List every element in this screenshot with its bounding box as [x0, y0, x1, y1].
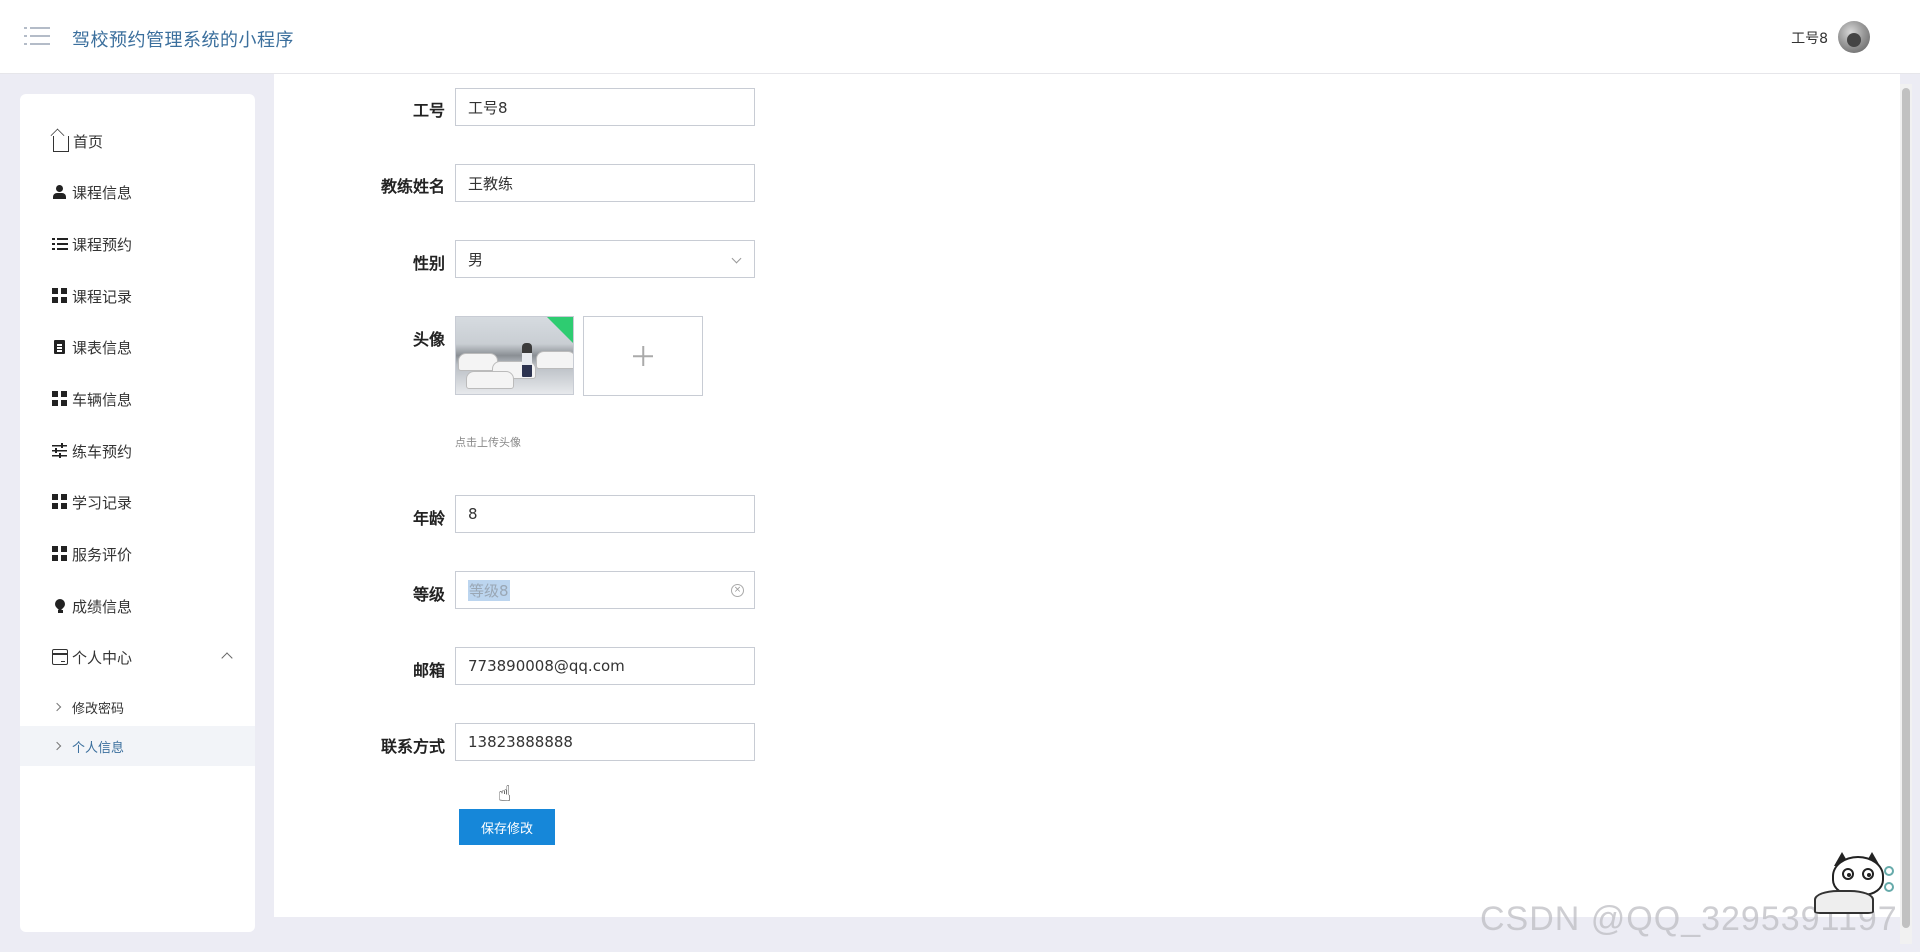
mascot-icon [1812, 852, 1894, 916]
chevron-down-icon [731, 253, 742, 264]
sidebar-item-label: 练车预约 [72, 442, 133, 461]
sidebar-item-label: 成绩信息 [72, 597, 133, 616]
sidebar-item-practice-booking[interactable]: 练车预约 [20, 429, 255, 473]
sidebar-item-label: 个人中心 [72, 648, 133, 667]
sidebar-subitem-personal-info[interactable]: 个人信息 [20, 726, 255, 766]
job-no-label: 工号 [412, 101, 445, 120]
sidebar-item-course-records[interactable]: 课程记录 [20, 274, 255, 318]
sidebar-item-label: 课程记录 [72, 287, 133, 306]
page-scrollbar[interactable] [1900, 84, 1912, 944]
gender-value: 男 [468, 250, 484, 269]
sidebar-item-study-records[interactable]: 学习记录 [20, 480, 255, 524]
clipboard-icon [52, 339, 68, 355]
sidebar-item-course-info[interactable]: 课程信息 [20, 170, 255, 214]
sidebar-subitem-change-password[interactable]: 修改密码 [20, 687, 255, 727]
home-icon [53, 136, 69, 152]
sidebar: 首页 课程信息 课程预约 课程记录 课表信息 车辆信息 练车预约 学习记录 服务… [20, 94, 255, 932]
grid-icon [52, 494, 68, 510]
sidebar-item-label: 课表信息 [72, 338, 133, 357]
save-button[interactable]: 保存修改 [459, 809, 555, 845]
upload-success-badge [547, 317, 573, 343]
grid-icon [52, 391, 68, 407]
grid-icon [52, 546, 68, 562]
upload-hint: 点击上传头像 [455, 436, 521, 449]
bulb-icon [52, 598, 68, 614]
scrollbar-thumb[interactable] [1902, 88, 1910, 928]
sidebar-item-label: 课程信息 [72, 183, 133, 202]
coach-name-label: 教练姓名 [380, 177, 445, 196]
chevron-right-icon [52, 741, 62, 751]
sidebar-item-schedule-info[interactable]: 课表信息 [20, 325, 255, 369]
sidebar-item-service-review[interactable]: 服务评价 [20, 532, 255, 576]
user-icon [52, 184, 68, 200]
chevron-right-icon [52, 702, 62, 712]
grid-icon [52, 288, 68, 304]
sidebar-subitem-label: 个人信息 [72, 740, 125, 756]
sidebar-item-personal-center[interactable]: 个人中心 [20, 635, 255, 679]
sidebar-item-label: 学习记录 [72, 493, 133, 512]
hand-cursor-icon: ☝ [498, 782, 512, 807]
user-avatar[interactable] [1838, 21, 1870, 53]
sidebar-item-label: 服务评价 [72, 545, 133, 564]
sidebar-item-course-booking[interactable]: 课程预约 [20, 222, 255, 266]
clear-icon[interactable]: × [731, 584, 744, 597]
age-input[interactable]: 8 [455, 495, 755, 533]
level-label: 等级 [412, 585, 445, 604]
menu-toggle-icon[interactable] [24, 24, 50, 48]
user-name[interactable]: 工号8 [1791, 28, 1828, 48]
app-title: 驾校预约管理系统的小程序 [72, 30, 294, 51]
coach-name-input[interactable]: 王教练 [455, 164, 755, 202]
card-icon [52, 649, 68, 665]
sidebar-item-label: 课程预约 [72, 235, 133, 254]
email-input[interactable]: 773890008@qq.com [455, 647, 755, 685]
chevron-up-icon [221, 652, 233, 664]
contact-input[interactable]: 13823888888 [455, 723, 755, 761]
age-label: 年龄 [412, 509, 445, 528]
upload-plus-button[interactable] [583, 316, 703, 396]
sidebar-item-label: 车辆信息 [72, 390, 133, 409]
sidebar-item-score-info[interactable]: 成绩信息 [20, 584, 255, 628]
gender-label: 性别 [412, 254, 445, 273]
sidebar-subitem-label: 修改密码 [72, 701, 125, 717]
email-label: 邮箱 [412, 661, 445, 680]
level-value: 等级8 [468, 579, 510, 601]
sidebar-item-home[interactable]: 首页 [20, 119, 255, 163]
job-no-input[interactable]: 工号8 [455, 88, 755, 126]
sidebar-item-label: 首页 [73, 132, 104, 151]
list-icon [52, 236, 68, 252]
top-header: 驾校预约管理系统的小程序 工号8 [0, 0, 1920, 74]
contact-label: 联系方式 [380, 737, 445, 756]
gender-select[interactable]: 男 [455, 240, 755, 278]
sidebar-item-vehicle-info[interactable]: 车辆信息 [20, 377, 255, 421]
level-input[interactable]: 等级8 × [455, 571, 755, 609]
avatar-label: 头像 [412, 330, 445, 349]
avatar-thumbnail[interactable] [455, 316, 574, 395]
sliders-icon [52, 443, 68, 459]
